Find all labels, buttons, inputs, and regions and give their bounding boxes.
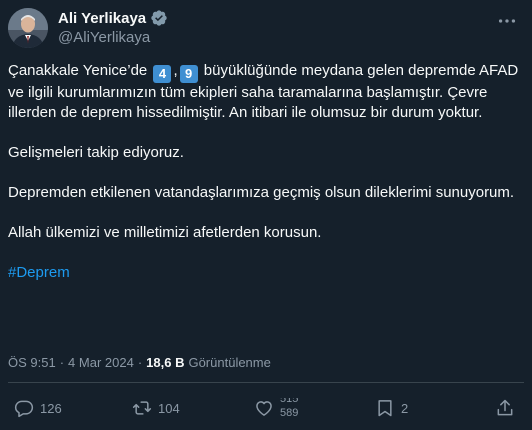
like-count-animation: 515 589 [280, 398, 310, 418]
retweet-count: 104 [158, 400, 180, 416]
keycap-digit-9: 9 [179, 65, 198, 83]
reply-icon [14, 400, 34, 418]
avatar[interactable] [8, 8, 48, 48]
views-label: Görüntülenme [188, 355, 271, 370]
author-handle[interactable]: @AliYerlikaya [58, 29, 150, 46]
tweet-date[interactable]: 4 Mar 2024 [68, 355, 134, 370]
like-button[interactable]: 515 589 [254, 398, 310, 418]
tweet-time[interactable]: ÖS 9:51 [8, 355, 56, 370]
tweet-paragraph-3: Depremden etkilenen vatandaşlarımıza geç… [8, 184, 515, 201]
keycap-digit-4: 4 [153, 65, 172, 83]
avatar-image [8, 8, 48, 48]
tweet-paragraph-2: Gelişmeleri takip ediyoruz. [8, 144, 184, 161]
author-display-name[interactable]: Ali Yerlikaya [58, 10, 146, 27]
share-icon [497, 399, 513, 416]
divider [8, 382, 524, 383]
heart-icon [256, 401, 272, 416]
retweet-button[interactable]: 104 [132, 398, 180, 418]
author-name-row: Ali Yerlikaya [58, 9, 168, 27]
retweet-icon [132, 401, 152, 415]
meta-separator: · [59, 355, 65, 370]
tweet-meta: ÖS 9:51 · 4 Mar 2024 · 18,6 B Görüntülen… [8, 355, 271, 370]
bookmark-icon [378, 400, 392, 417]
meta-separator: · [137, 355, 143, 370]
keycap-comma: , [173, 62, 178, 79]
views-count: 18,6 B [146, 355, 185, 370]
bookmark-count: 2 [401, 400, 409, 416]
tweet-paragraph-1: Çanakkale Yenice’de 4,9 büyüklüğünde mey… [8, 61, 524, 123]
verified-badge-icon [150, 9, 168, 27]
tweet-text-lead: Çanakkale Yenice’de [8, 62, 148, 79]
reply-button[interactable]: 126 [14, 398, 62, 418]
like-count-old: 515 [280, 398, 299, 405]
action-bar: 126 104 515 589 2 [0, 398, 532, 422]
bookmark-button[interactable]: 2 [375, 398, 408, 418]
more-options-icon[interactable] [496, 10, 518, 32]
tweet-text: Çanakkale Yenice’de 4,9 büyüklüğünde mey… [8, 61, 524, 303]
like-count-new: 589 [280, 407, 299, 419]
share-button[interactable] [495, 398, 515, 418]
reply-count: 126 [40, 400, 62, 416]
tweet-card: Ali Yerlikaya @AliYerlikaya Çanakkale Ye… [0, 0, 532, 430]
tweet-paragraph-4: Allah ülkemizi ve milletimizi afetlerden… [8, 224, 322, 241]
hashtag-link[interactable]: #Deprem [8, 264, 70, 281]
